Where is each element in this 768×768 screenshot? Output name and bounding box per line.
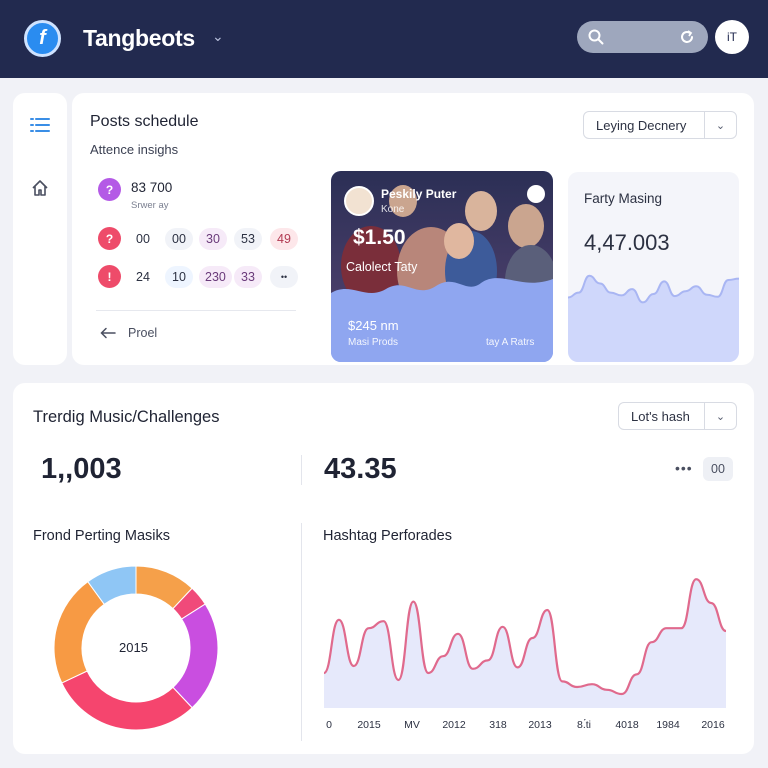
eye-icon[interactable] [527,185,545,203]
chevron-down-icon[interactable]: ⌄ [704,403,736,429]
x-tick-label: 0 [326,719,332,731]
divider [301,455,302,485]
posts-dropdown-label: Leying Decnery [596,117,687,133]
trending-card: Trerdig Music/Challenges Lot's hash ⌄ 1,… [13,383,754,754]
media-price: $1.50 [353,226,406,249]
donut-slice-4[interactable] [53,580,105,684]
x-tick-label: 4018 [615,719,639,731]
stat-chip: 24 [129,266,157,288]
x-tick-label: 318 [489,719,507,731]
media-caption: Calolect Taty [346,260,418,274]
x-tick-label: 2012 [442,719,466,731]
stat-chip: 53 [234,228,262,250]
stat-caption: Srwer ay [131,200,169,211]
posts-title: Posts schedule [90,113,199,130]
media-author: Peskily Puter [381,187,457,201]
kpi-value-1: 1,,003 [41,453,122,485]
media-right-label: tay A Ratrs [486,337,535,348]
avatar[interactable]: iT [715,20,749,54]
logo-glyph: f [39,27,46,49]
donut-slice-2[interactable] [172,603,219,709]
donut-slice-3[interactable] [61,670,193,731]
trending-dropdown-label: Lot's hash [631,408,690,424]
x-tick-label: 1984 [656,719,680,731]
chevron-down-icon[interactable]: ⌄ [704,112,736,138]
hashtag-title: Hashtag Perforades [323,528,452,544]
divider [96,310,296,311]
stat-chip: 49 [270,228,298,250]
stat-chip: •• [270,266,298,288]
media-handle: Kone [381,204,405,215]
donut-center-label: 2015 [119,640,148,655]
back-label: Proel [128,326,158,340]
posts-subtitle: Attence insighs [90,142,179,157]
hashtag-area-chart [324,578,726,708]
x-tick-label: 2015 [357,719,381,731]
area-fill [324,579,726,708]
divider [301,523,302,741]
trending-dropdown[interactable]: Lot's hash ⌄ [618,402,737,430]
chevron-down-icon[interactable]: ⌄ [212,28,224,45]
info-icon: ! [98,265,121,288]
farty-sparkline [568,274,739,362]
donut-title: Frond Perting Masiks [33,528,170,544]
list-icon[interactable] [29,115,51,135]
home-icon[interactable] [31,179,49,197]
stat-chip: 33 [234,266,262,288]
posts-dropdown[interactable]: Leying Decnery ⌄ [583,111,737,139]
app-logo[interactable]: f [24,20,61,57]
stat-chip: 30 [199,228,227,250]
search-icon [588,29,604,45]
stat-chip: 00 [165,228,193,250]
media-metric-label: Masi Prods [348,337,399,348]
status-badge: 00 [703,457,733,481]
search-bar[interactable] [577,21,708,53]
question-icon: ? [98,227,121,250]
arrow-left-icon [100,327,116,339]
profile-avatar[interactable] [344,186,374,216]
back-button[interactable]: Proel [100,326,157,340]
top-bar: f Tangbeots ⌄ iT [0,0,768,78]
x-tick-label: MV [404,719,420,731]
avatar-initials: iT [727,30,737,44]
x-tick-label: 2013 [528,719,552,731]
stat-chip: 10 [165,266,193,288]
x-tick-label: 8.́ti [576,719,592,731]
stat-chip: 00 [129,228,157,250]
sidebar [13,93,67,365]
featured-media-card[interactable]: Peskily Puter Kone $1.50 Calolect Taty $… [331,171,553,362]
sparkline-area [568,275,739,362]
x-tick-label: 2016 [701,719,725,731]
more-options-icon[interactable]: ••• [675,460,693,476]
question-icon: ? [98,178,121,201]
stat-value: 83 700 [131,180,173,195]
kpi-value-2: 43.35 [324,453,397,485]
trending-title: Trerdig Music/Challenges [33,408,220,426]
app-title[interactable]: Tangbeots [83,25,195,52]
farty-masing-card: Farty Masing 4,47.003 [568,172,739,362]
stat-chip: 230 [199,266,232,288]
refresh-icon[interactable] [678,28,696,46]
media-metric: $245 nm [348,318,399,333]
